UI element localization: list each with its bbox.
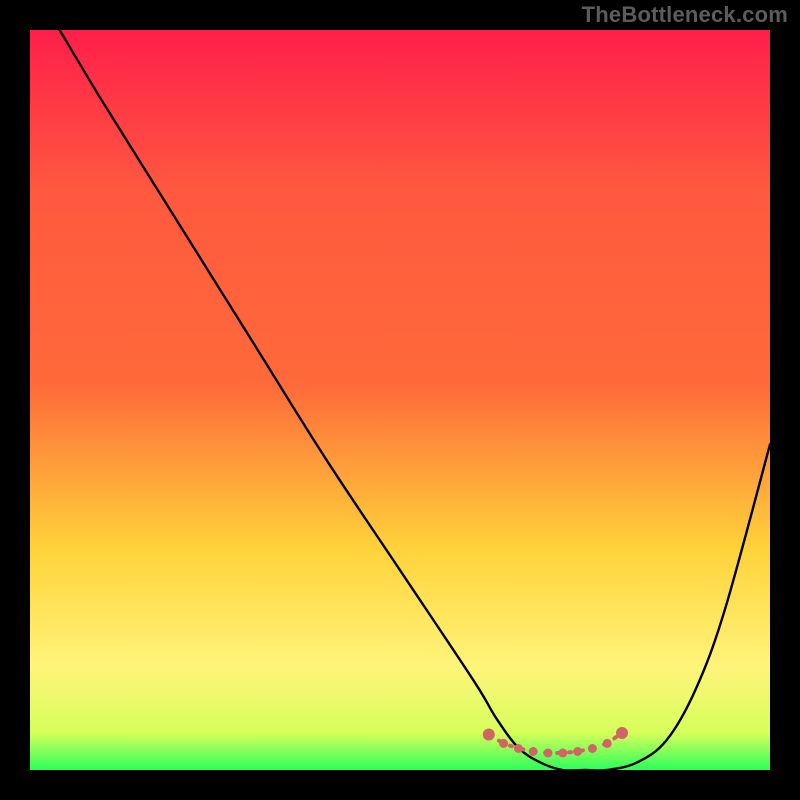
watermark-text: TheBottleneck.com [582,2,788,28]
optimal-range-marker [616,727,628,739]
optimal-range-marker [499,739,508,748]
plot-svg [30,30,770,770]
optimal-range-marker [603,739,612,748]
optimal-range-marker [544,749,553,758]
plot-area [30,30,770,770]
optimal-range-marker [558,749,567,758]
optimal-range-marker [529,747,538,756]
chart-frame: TheBottleneck.com [0,0,800,800]
gradient-background [30,30,770,770]
optimal-range-marker [514,744,523,753]
optimal-range-marker [483,729,495,741]
optimal-range-marker [573,747,582,756]
optimal-range-marker [588,744,597,753]
